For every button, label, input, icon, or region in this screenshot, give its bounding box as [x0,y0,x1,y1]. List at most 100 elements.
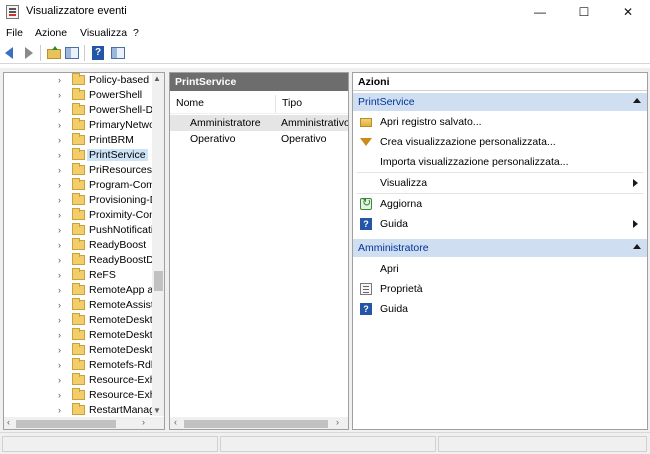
tree-item[interactable]: ›RemoteDesktopServices-RdpCoreTS [4,313,164,328]
column-header-tipo[interactable]: Tipo [276,95,348,113]
folder-icon [72,133,85,145]
chevron-right-icon[interactable]: › [58,255,61,265]
menu-help[interactable]: ? [133,27,139,39]
log-name: Operativo [190,133,236,145]
chevron-right-icon[interactable]: › [58,120,61,130]
back-arrow-icon[interactable] [3,45,19,61]
menu-azione[interactable]: Azione [35,27,67,39]
pane-icon[interactable] [110,45,126,61]
folder-icon [72,88,85,100]
scroll-left-icon[interactable]: ‹ [7,417,10,427]
chevron-right-icon[interactable]: › [58,315,61,325]
chevron-right-icon[interactable]: › [58,195,61,205]
tree-item[interactable]: ›RemoteDesktopServices-SessionServices [4,343,164,358]
tree-scroll-thumb[interactable] [154,271,163,291]
chevron-right-icon[interactable]: › [58,210,61,220]
folder-icon [72,163,85,175]
scroll-right-icon[interactable]: › [336,417,339,427]
tree-item[interactable]: ›PushNotification-Platform [4,223,164,238]
column-header-nome[interactable]: Nome [170,95,276,113]
tree-item[interactable]: › PowerShell [4,88,154,103]
chevron-right-icon[interactable]: › [58,360,61,370]
tree-item[interactable]: ›RemoteAssistance [4,298,164,313]
chevron-right-icon[interactable]: › [58,75,61,85]
tree-item[interactable]: › ReadyBoost [4,238,154,253]
help-icon: ? [360,218,372,230]
tree-item[interactable]: ›Resource-Exhaustion-Resolver [4,388,164,403]
close-button[interactable]: ✕ [606,0,650,24]
menu-file[interactable]: File [6,27,23,39]
log-row-amministratore[interactable]: Amministratore Amministrativo [170,115,348,131]
actions-section-printservice[interactable]: PrintService [353,93,647,111]
action-aggiorna[interactable]: Aggiorna [353,194,647,214]
tree-item[interactable]: ›Provisioning-Diagnostics-Provider [4,193,164,208]
folder-icon [72,328,85,340]
maximize-button[interactable]: ☐ [562,0,606,24]
action-proprieta[interactable]: Proprietà [353,279,647,299]
tree-vertical-scrollbar[interactable] [152,73,164,416]
show-pane-icon[interactable] [64,45,80,61]
tree-item[interactable]: ›RemoteApp and Desktop Connections [4,283,164,298]
chevron-right-icon[interactable]: › [58,300,61,310]
tree-item[interactable]: ›PrimaryNetworkIcon [4,118,164,133]
help-icon[interactable]: ? [90,45,106,61]
action-apri[interactable]: Apri [353,259,647,279]
collapse-caret-icon[interactable] [633,98,641,103]
tree-item[interactable]: › Policy-based QoS [4,73,164,88]
action-guida-amministratore[interactable]: ? Guida [353,299,647,319]
folder-icon [72,238,85,250]
chevron-right-icon[interactable]: › [58,180,61,190]
folder-icon [72,178,85,190]
menu-visualizza[interactable]: Visualizza [80,27,127,39]
tree-item[interactable]: ›Proximity-Common [4,208,164,223]
action-crea-visualizzazione[interactable]: Crea visualizzazione personalizzata... [353,132,647,152]
chevron-right-icon[interactable]: › [58,375,61,385]
properties-icon [360,283,372,295]
collapse-caret-icon[interactable] [633,244,641,249]
tree-item[interactable]: ›PowerShell-DesiredStateConfiguration [4,103,164,118]
chevron-right-icon[interactable]: › [58,225,61,235]
log-row-operativo[interactable]: Operativo Operativo [170,131,348,147]
tree-item[interactable]: › Remotefs-Rdbss [4,358,164,373]
tree-item[interactable]: ›RemoteDesktopServices-RemoteFX-Synth3dv… [4,328,164,343]
chevron-right-icon[interactable]: › [58,135,61,145]
actions-section-amministratore[interactable]: Amministratore [353,239,647,257]
tree-item[interactable]: ›PriResources-Deployment [4,163,164,178]
minimize-button[interactable]: — [518,0,562,24]
folder-icon [72,388,85,400]
logs-hscroll-thumb[interactable] [184,420,328,428]
event-viewer-app-icon [6,5,19,19]
action-apri-registro-salvato[interactable]: Apri registro salvato... [353,112,647,132]
scroll-left-icon[interactable]: ‹ [174,417,177,427]
folder-up-icon[interactable] [46,45,62,61]
scroll-right-icon[interactable]: › [142,417,145,427]
chevron-right-icon[interactable]: › [58,330,61,340]
chevron-right-icon[interactable]: › [58,90,61,100]
chevron-right-icon[interactable]: › [58,405,61,415]
tree-item-selected[interactable]: › PrintService [4,148,154,163]
action-guida[interactable]: ? Guida [353,214,647,234]
chevron-right-icon[interactable]: › [58,150,61,160]
chevron-right-icon[interactable]: › [58,390,61,400]
scroll-down-icon[interactable]: ▼ [153,406,161,415]
chevron-right-icon[interactable]: › [58,285,61,295]
logs-pane: PrintService Nome Tipo Amministratore Am… [169,72,349,430]
chevron-right-icon[interactable]: › [58,165,61,175]
scroll-up-icon[interactable]: ▲ [153,74,161,83]
chevron-right-icon[interactable]: › [58,240,61,250]
tree-item[interactable]: › RestartManager [4,403,164,418]
navigation-tree[interactable]: › Policy-based QoS › PowerShell › PowerShel… [3,72,165,430]
folder-icon [72,73,85,85]
chevron-right-icon[interactable]: › [58,345,61,355]
tree-item[interactable]: ›ReadyBoostDriver [4,253,164,268]
tree-item[interactable]: › ReFS [4,268,154,283]
action-visualizza[interactable]: Visualizza [353,173,647,193]
tree-hscroll-thumb[interactable] [16,420,116,428]
action-importa-visualizzazione[interactable]: Importa visualizzazione personalizzata..… [353,152,647,172]
chevron-right-icon[interactable]: › [58,105,61,115]
chevron-right-icon[interactable]: › [58,270,61,280]
forward-arrow-icon[interactable] [20,45,36,61]
tree-item[interactable]: ›Resource-Exhaustion-Detector [4,373,164,388]
tree-item[interactable]: ›Program-Compatibility-Assistant [4,178,164,193]
tree-item[interactable]: › PrintBRM [4,133,154,148]
